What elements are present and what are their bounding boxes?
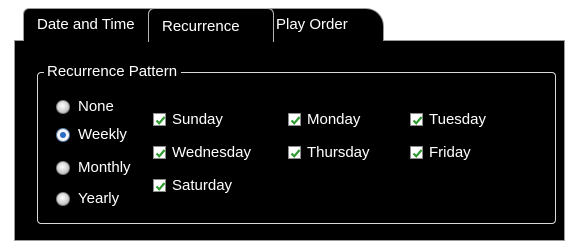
checkmark-icon xyxy=(153,179,166,192)
tab-strip: Date and Time Play Order Recurrence xyxy=(14,6,565,42)
checkbox-label: Saturday xyxy=(172,177,233,194)
checkbox-label: Wednesday xyxy=(172,144,251,161)
group-legend: Recurrence Pattern xyxy=(44,62,182,82)
tab-label: Play Order xyxy=(276,16,348,33)
radio-unchecked-icon xyxy=(56,100,70,114)
tab-date-and-time[interactable]: Date and Time xyxy=(23,8,162,41)
radio-label: None xyxy=(78,98,114,115)
radio-unchecked-icon xyxy=(56,192,70,206)
checkmark-icon xyxy=(153,113,166,126)
checkbox-label: Sunday xyxy=(172,111,223,128)
checkbox-label: Friday xyxy=(429,144,471,161)
checkbox-label: Monday xyxy=(307,111,361,128)
radio-label: Yearly xyxy=(78,190,120,207)
checkmark-icon xyxy=(288,146,301,159)
checkmark-icon xyxy=(410,146,423,159)
window: Date and Time Play Order Recurrence Recu… xyxy=(0,0,577,245)
radio-checked-icon xyxy=(56,128,70,142)
checkmark-icon xyxy=(410,113,423,126)
tab-play-order[interactable]: Play Order xyxy=(262,8,384,41)
radio-label: Weekly xyxy=(78,126,127,143)
radio-label: Monthly xyxy=(78,159,131,176)
tab-recurrence[interactable]: Recurrence xyxy=(148,8,274,42)
tab-label: Date and Time xyxy=(37,16,135,33)
checkbox-label: Tuesday xyxy=(429,111,486,128)
radio-unchecked-icon xyxy=(56,161,70,175)
checkmark-icon xyxy=(288,113,301,126)
checkmark-icon xyxy=(153,146,166,159)
tab-label: Recurrence xyxy=(162,18,240,35)
checkbox-label: Thursday xyxy=(307,144,370,161)
